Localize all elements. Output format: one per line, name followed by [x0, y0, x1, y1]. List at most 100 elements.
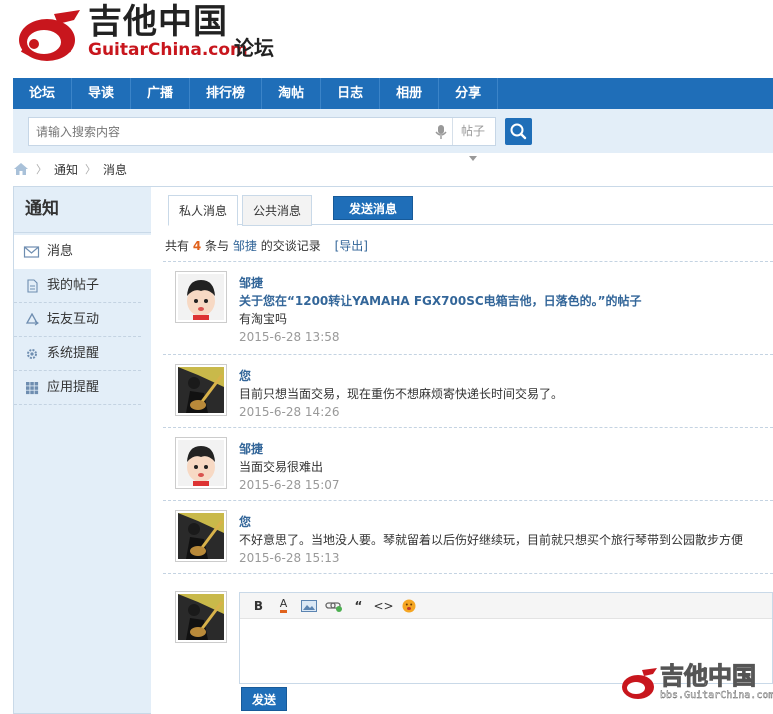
nav-item-ranking[interactable]: 排行榜	[190, 78, 263, 109]
search-type-label: 帖子	[461, 124, 486, 138]
message-author[interactable]: 邹捷	[239, 274, 769, 292]
send-message-button[interactable]: 发送消息	[333, 196, 413, 220]
tab-private-messages[interactable]: 私人消息	[168, 195, 239, 226]
search-input[interactable]	[29, 118, 429, 145]
message-text: 当面交易很难出	[239, 460, 324, 474]
sidebar-item-label: 消息	[47, 244, 74, 259]
nav-item-album[interactable]: 相册	[380, 78, 440, 109]
watermark-logo-icon	[622, 668, 657, 699]
sidebar-item-label: 我的帖子	[47, 278, 100, 293]
smiley-icon[interactable]	[396, 596, 421, 616]
breadcrumb-separator: 〉	[85, 163, 97, 176]
conversation-summary: 共有 4 条与 邹捷 的交谈记录 [导出]	[165, 237, 368, 254]
summary-count: 4	[192, 239, 202, 253]
message-time: 2015-6-28 14:26	[239, 405, 340, 419]
font-color-icon[interactable]: A	[271, 596, 296, 616]
search-divider	[452, 118, 453, 145]
summary-user-link[interactable]: 邹捷	[233, 239, 257, 253]
search-bar: 帖子	[13, 109, 773, 161]
home-icon[interactable]	[13, 162, 29, 176]
breadcrumb-message: 消息	[103, 162, 128, 177]
nav-item-guide[interactable]: 导读	[72, 78, 132, 109]
message-time: 2015-6-28 13:58	[239, 330, 340, 344]
message-text: 有淘宝吗	[239, 312, 288, 326]
sidebar-item-my-posts[interactable]: 我的帖子	[14, 269, 141, 303]
guitarchina-logo-icon[interactable]	[14, 6, 84, 64]
nav-item-broadcast[interactable]: 广播	[131, 78, 191, 109]
font-color-label: A	[279, 598, 288, 613]
message-item: 邹捷 当面交易很难出 2015-6-28 15:07	[163, 427, 773, 500]
nav-item-blog[interactable]: 日志	[321, 78, 381, 109]
main-nav: 论坛 导读 广播 排行榜 淘帖 日志 相册 分享	[13, 78, 773, 109]
breadcrumb-notice[interactable]: 通知	[54, 161, 78, 178]
message-item: 邹捷 关于您在“1200转让YAMAHA FGX700SC电箱吉他，日落色的。”…	[163, 261, 773, 344]
summary-middle: 条与	[205, 239, 230, 253]
quote-label: “	[354, 598, 363, 613]
guitarist-avatar-icon	[178, 513, 224, 559]
sidebar-title: 通知	[14, 187, 151, 233]
editor-toolbar: B A “ <>	[240, 593, 772, 619]
export-link[interactable]: [导出]	[335, 239, 368, 253]
message-body: 邹捷 当面交易很难出 2015-6-28 15:07	[239, 440, 769, 494]
envelope-icon	[23, 246, 40, 258]
search-box: 帖子	[28, 117, 496, 161]
message-item: 您 不好意思了。当地没人要。琴就留着以后伤好继续玩，目前就只想买个旅行琴带到公园…	[163, 500, 773, 573]
message-text: 目前只想当面交易，现在重伤不想麻烦寄快递长时间交易了。	[239, 387, 564, 401]
message-author[interactable]: 您	[239, 513, 769, 531]
image-icon[interactable]	[296, 596, 321, 616]
message-tabs: 私人消息 公共消息 发送消息	[168, 195, 773, 226]
microphone-icon[interactable]	[434, 124, 448, 140]
cartoon-avatar-icon	[178, 274, 224, 320]
recycle-icon	[25, 313, 39, 326]
quote-icon[interactable]: “	[346, 596, 371, 616]
sidebar: 通知 消息 我的帖子 坛友互动 系统提醒 应用提醒	[13, 186, 152, 714]
reply-separator	[163, 573, 773, 593]
sidebar-item-interaction[interactable]: 坛友互动	[14, 303, 141, 337]
sidebar-item-label: 应用提醒	[47, 380, 100, 395]
sidebar-item-label: 坛友互动	[47, 312, 100, 327]
message-time: 2015-6-28 15:13	[239, 551, 340, 565]
message-author[interactable]: 您	[239, 367, 769, 385]
avatar[interactable]	[175, 364, 227, 416]
message-time: 2015-6-28 15:07	[239, 478, 340, 492]
bold-icon[interactable]: B	[246, 596, 271, 616]
nav-item-forum[interactable]: 论坛	[13, 78, 73, 109]
avatar[interactable]	[175, 271, 227, 323]
logo-english-text[interactable]: GuitarChina.com	[88, 40, 248, 60]
logo-forum-text: 论坛	[234, 36, 274, 60]
message-body: 邹捷 关于您在“1200转让YAMAHA FGX700SC电箱吉他，日落色的。”…	[239, 274, 769, 346]
nav-item-collections[interactable]: 淘帖	[262, 78, 322, 109]
link-glyph	[324, 601, 342, 612]
chevron-down-icon	[469, 156, 477, 161]
smiley-glyph	[402, 599, 415, 612]
bold-label: B	[253, 598, 264, 613]
avatar[interactable]	[175, 437, 227, 489]
document-icon	[27, 279, 38, 293]
link-icon[interactable]	[321, 596, 346, 616]
message-text: 不好意思了。当地没人要。琴就留着以后伤好继续玩，目前就只想买个旅行琴带到公园散步…	[239, 533, 744, 547]
search-button[interactable]	[505, 118, 532, 145]
message-item: 您 目前只想当面交易，现在重伤不想麻烦寄快递长时间交易了。 2015-6-28 …	[163, 354, 773, 427]
cartoon-avatar-icon	[178, 440, 224, 486]
watermark: 吉他中国 bbs.GuitarChina.com	[620, 662, 773, 706]
message-body: 您 目前只想当面交易，现在重伤不想麻烦寄快递长时间交易了。 2015-6-28 …	[239, 367, 769, 421]
tab-public-messages[interactable]: 公共消息	[242, 195, 313, 226]
sidebar-item-messages[interactable]: 消息	[14, 235, 152, 269]
sidebar-item-apps[interactable]: 应用提醒	[14, 371, 141, 405]
reply-send-button[interactable]: 发送	[241, 687, 287, 711]
site-header: 吉他中国 GuitarChina.com 论坛	[0, 0, 773, 78]
summary-suffix: 的交谈记录	[260, 239, 321, 253]
avatar[interactable]	[175, 510, 227, 562]
sidebar-item-label: 系统提醒	[47, 346, 100, 361]
avatar[interactable]	[175, 591, 227, 643]
logo-chinese-text[interactable]: 吉他中国	[88, 4, 228, 40]
code-icon[interactable]: <>	[371, 596, 396, 616]
message-body: 您 不好意思了。当地没人要。琴就留着以后伤好继续玩，目前就只想买个旅行琴带到公园…	[239, 513, 769, 567]
search-type-select[interactable]: 帖子	[461, 118, 495, 161]
nav-item-share[interactable]: 分享	[439, 78, 499, 109]
main-content: 私人消息 公共消息 发送消息 共有 4 条与 邹捷 的交谈记录 [导出] 邹捷 …	[151, 186, 773, 714]
code-label: <>	[373, 598, 394, 613]
message-author[interactable]: 邹捷	[239, 440, 769, 458]
message-thread-link[interactable]: 关于您在“1200转让YAMAHA FGX700SC电箱吉他，日落色的。”的帖子	[239, 292, 769, 310]
sidebar-item-system[interactable]: 系统提醒	[14, 337, 141, 371]
